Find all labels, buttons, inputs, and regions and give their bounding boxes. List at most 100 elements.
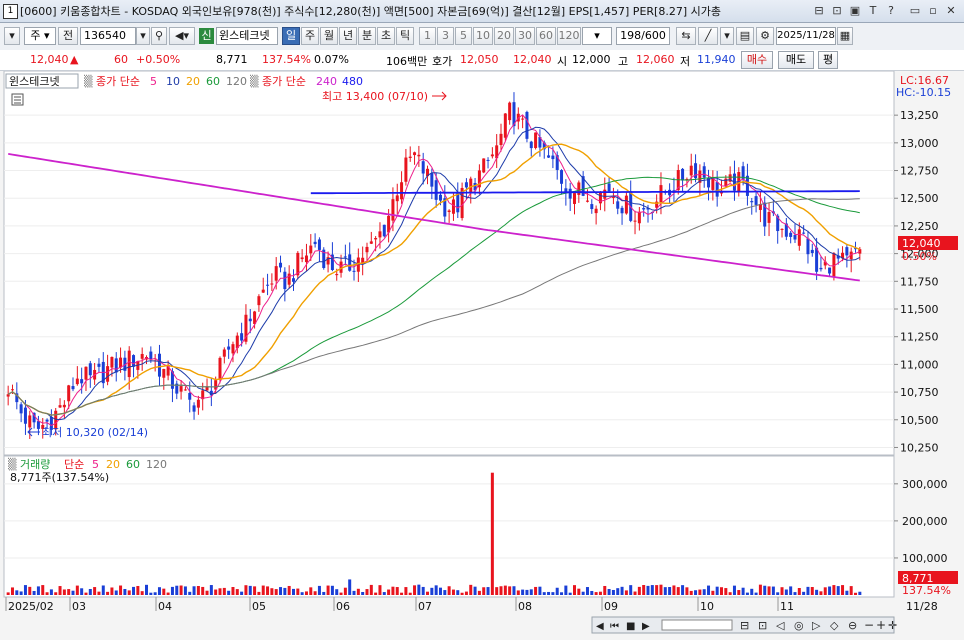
interval-120[interactable]: 120 (557, 27, 581, 45)
period-month[interactable]: 월 (320, 27, 338, 45)
volume-bar (771, 586, 775, 595)
period-day[interactable]: 일 (282, 27, 300, 45)
period-week[interactable]: 주 (301, 27, 319, 45)
candle-body (438, 194, 442, 201)
interval-20[interactable]: 20 (494, 27, 514, 45)
calendar-icon[interactable]: ▦ (837, 27, 853, 45)
code-dropdown-icon[interactable]: ▾ (136, 27, 150, 45)
interval-30[interactable]: 30 (515, 27, 535, 45)
volume-bar (274, 589, 278, 595)
volume-bar (19, 591, 23, 595)
scroll-stop-icon[interactable]: ■ (626, 621, 635, 632)
volume-bar (149, 592, 153, 595)
period-year[interactable]: 년 (339, 27, 357, 45)
volume-bar (291, 588, 295, 595)
maximize-button[interactable]: ▫ (926, 4, 940, 18)
buy-button[interactable]: 매수 (741, 51, 773, 69)
candle-body (642, 208, 646, 210)
interval-custom-select[interactable]: ▾ (582, 27, 612, 45)
volume-legend-label[interactable]: 거래량 (20, 458, 50, 471)
candle-body (603, 189, 607, 199)
volume-bar (270, 588, 274, 595)
window-pin-icon[interactable]: ▣ (848, 4, 862, 18)
volume-legend-ma5: 5 (92, 458, 99, 471)
chart-menu-icon[interactable]: ▾ (4, 27, 20, 45)
legend-ma480: 480 (342, 75, 363, 88)
search-icon[interactable]: ⚲ (151, 27, 167, 45)
volume-bar (28, 586, 32, 595)
candle-body (188, 392, 192, 400)
scroll-thumb[interactable] (661, 619, 733, 631)
volume-bar (854, 592, 858, 595)
zoom-prev-icon[interactable]: ◁ (776, 619, 785, 632)
pan-icon[interactable]: ✛ (888, 619, 897, 632)
candle-body (183, 389, 187, 391)
volume-bar (789, 586, 793, 595)
window-text-icon[interactable]: T (866, 4, 880, 18)
scroll-next-icon[interactable]: ▶ (642, 621, 650, 632)
date-input[interactable]: 2025/11/28 (776, 27, 836, 45)
tool-dropdown-icon[interactable]: ▾ (720, 27, 734, 45)
candle-body (745, 175, 749, 196)
current-price-tag-value: 12,040 (902, 237, 941, 250)
period-tick[interactable]: 틱 (396, 27, 414, 45)
legend-ma-label[interactable]: 종가 단순 (96, 75, 140, 88)
interval-60[interactable]: 60 (536, 27, 556, 45)
save-icon[interactable]: ▤ (736, 27, 754, 45)
zoom-fit-icon[interactable]: ⊟ (740, 619, 749, 632)
period-second[interactable]: 초 (377, 27, 395, 45)
scroll-first-icon[interactable]: ⏮ (610, 621, 619, 632)
price-change: 60 (114, 53, 128, 66)
zoom-next-icon[interactable]: ▷ (812, 619, 821, 632)
window-link-icon[interactable]: ⊡ (830, 4, 844, 18)
interval-3[interactable]: 3 (437, 27, 454, 45)
zoom-minus-icon[interactable]: − (864, 618, 874, 632)
volume-bar (802, 591, 806, 595)
volume-bar (646, 585, 650, 595)
candle-body (421, 161, 425, 174)
legend-stock-name[interactable]: 윈스테크넷 (9, 74, 60, 88)
candle-body (58, 405, 62, 408)
sound-icon[interactable]: ◀▾ (169, 27, 195, 45)
zoom-reset-icon[interactable]: ◎ (794, 619, 804, 632)
market-select[interactable]: 주 ▾ (24, 27, 56, 45)
scroll-prev-icon[interactable]: ◀ (596, 621, 604, 632)
data-count-field[interactable]: 198/600 (616, 27, 670, 45)
eval-button[interactable]: 평 (818, 51, 838, 69)
stock-code-input[interactable]: 136540 (80, 27, 136, 45)
stock-chart[interactable]: 13,25013,00012,75012,50012,25012,00011,7… (0, 71, 964, 640)
interval-10[interactable]: 10 (473, 27, 493, 45)
legend-ma2-label[interactable]: 종가 단순 (262, 75, 306, 88)
volume-bar (430, 587, 434, 595)
candle-body (257, 296, 261, 306)
candle-body (106, 366, 110, 382)
period-minute[interactable]: 분 (358, 27, 376, 45)
volume-bar (179, 585, 183, 595)
trend-tool-icon[interactable]: ╱ (698, 27, 718, 45)
settings-icon[interactable]: ⚙ (756, 27, 774, 45)
sell-button[interactable]: 매도 (778, 51, 814, 69)
candle-body (291, 278, 295, 282)
window-layout-icon[interactable]: ⊟ (812, 4, 826, 18)
interval-1[interactable]: 1 (419, 27, 436, 45)
zoom-window-icon[interactable]: ⊡ (758, 619, 767, 632)
zoom-plus-icon[interactable]: + (876, 618, 886, 632)
volume-sub-label: 8,771주(137.54%) (10, 471, 109, 484)
max-price-label: 최고 13,400 (07/10) (322, 90, 428, 103)
stock-name-field[interactable]: 윈스테크넷 (216, 27, 278, 45)
all-button[interactable]: 전 (58, 27, 78, 45)
up-arrow-icon: ▲ (70, 53, 79, 66)
scroll-end-icon[interactable]: ◇ (830, 619, 839, 632)
volume-bar (486, 587, 490, 595)
candle-body (162, 368, 166, 378)
help-icon[interactable]: ? (884, 4, 898, 18)
interval-5[interactable]: 5 (455, 27, 472, 45)
candle-body (279, 262, 283, 268)
zoom-out-icon[interactable]: ⊖ (848, 619, 857, 632)
candle-body (157, 353, 161, 377)
close-button[interactable]: ✕ (944, 4, 958, 18)
compare-icon[interactable]: ⇆ (676, 27, 696, 45)
price-tick-label: 10,250 (900, 441, 939, 454)
minimize-button[interactable]: ▭ (908, 4, 922, 18)
volume-bar (330, 585, 334, 595)
